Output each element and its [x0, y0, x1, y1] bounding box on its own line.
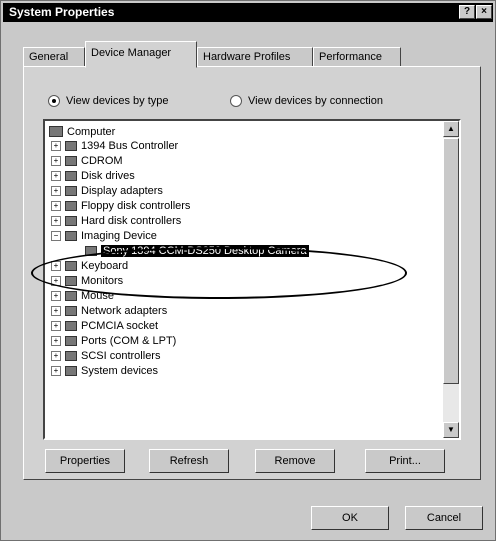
view-by-type-label: View devices by type — [66, 95, 169, 107]
expand-icon[interactable]: + — [51, 200, 61, 211]
scroll-down-button[interactable]: ▼ — [443, 422, 459, 438]
tree-item-system-devices[interactable]: + System devices — [51, 363, 158, 378]
camera-icon — [85, 245, 97, 256]
refresh-button[interactable]: Refresh — [149, 449, 229, 473]
tree-item-display-adapters[interactable]: + Display adapters — [51, 183, 163, 198]
collapse-icon[interactable]: − — [51, 230, 61, 241]
properties-button[interactable]: Properties — [45, 449, 125, 473]
tree-item-ports[interactable]: + Ports (COM & LPT) — [51, 333, 176, 348]
view-by-type-radio[interactable] — [48, 95, 60, 107]
title-bar[interactable]: System Properties ? × — [3, 3, 493, 22]
scroll-thumb[interactable] — [443, 138, 459, 384]
expand-icon[interactable]: + — [51, 215, 61, 226]
vertical-scrollbar[interactable]: ▲ ▼ — [443, 121, 459, 438]
tab-device-manager[interactable]: Device Manager — [85, 41, 197, 68]
keyboard-icon — [65, 260, 77, 271]
bus-controller-icon — [65, 140, 77, 151]
cancel-button[interactable]: Cancel — [405, 506, 483, 530]
tree-item-monitors[interactable]: + Monitors — [51, 273, 123, 288]
expand-icon[interactable]: + — [51, 170, 61, 181]
remove-button[interactable]: Remove — [255, 449, 335, 473]
expand-icon[interactable]: + — [51, 260, 61, 271]
window-title: System Properties — [9, 5, 115, 19]
display-adapter-icon — [65, 185, 77, 196]
tab-performance[interactable]: Performance — [313, 47, 401, 67]
tab-general[interactable]: General — [23, 47, 85, 67]
help-button[interactable]: ? — [459, 5, 475, 19]
tree-item-computer[interactable]: Computer — [49, 124, 115, 139]
hard-disk-controller-icon — [65, 215, 77, 226]
system-device-icon — [65, 365, 77, 376]
cdrom-icon — [65, 155, 77, 166]
expand-icon[interactable]: + — [51, 275, 61, 286]
expand-icon[interactable]: + — [51, 155, 61, 166]
tree-item-imaging-device[interactable]: − Imaging Device — [51, 228, 157, 243]
expand-icon[interactable]: + — [51, 365, 61, 376]
view-by-type-option[interactable]: View devices by type — [48, 95, 169, 107]
tree-item-scsi[interactable]: + SCSI controllers — [51, 348, 160, 363]
expand-icon[interactable]: + — [51, 335, 61, 346]
expand-icon[interactable]: + — [51, 350, 61, 361]
view-by-connection-option[interactable]: View devices by connection — [230, 95, 383, 107]
pcmcia-icon — [65, 320, 77, 331]
tab-hardware-profiles[interactable]: Hardware Profiles — [197, 47, 313, 67]
tree-item-1394-bus[interactable]: +1394 Bus Controller — [51, 138, 178, 153]
port-icon — [65, 335, 77, 346]
tree-item-pcmcia[interactable]: + PCMCIA socket — [51, 318, 158, 333]
device-tree[interactable]: Computer +1394 Bus Controller + CDROM + Di… — [43, 119, 461, 440]
system-properties-window: System Properties ? × General Device Man… — [0, 0, 496, 541]
scsi-controller-icon — [65, 350, 77, 361]
view-by-connection-label: View devices by connection — [248, 95, 383, 107]
ok-button[interactable]: OK — [311, 506, 389, 530]
mouse-icon — [65, 290, 77, 301]
print-button[interactable]: Print... — [365, 449, 445, 473]
tree-item-mouse[interactable]: + Mouse — [51, 288, 114, 303]
expand-icon[interactable]: + — [51, 185, 61, 196]
expand-icon[interactable]: + — [51, 140, 61, 151]
floppy-controller-icon — [65, 200, 77, 211]
tree-item-floppy-controllers[interactable]: + Floppy disk controllers — [51, 198, 190, 213]
network-adapter-icon — [65, 305, 77, 316]
selected-device-label: Sony 1394 CCM-DS250 Desktop Camera — [101, 244, 309, 257]
monitor-icon — [65, 275, 77, 286]
tree-item-hard-disk-controllers[interactable]: + Hard disk controllers — [51, 213, 181, 228]
imaging-device-icon — [65, 230, 77, 241]
device-manager-panel: View devices by type View devices by con… — [23, 66, 481, 480]
expand-icon[interactable]: + — [51, 305, 61, 316]
view-by-connection-radio[interactable] — [230, 95, 242, 107]
expand-icon[interactable]: + — [51, 320, 61, 331]
scroll-up-button[interactable]: ▲ — [443, 121, 459, 137]
tree-item-network-adapters[interactable]: + Network adapters — [51, 303, 167, 318]
tree-item-disk-drives[interactable]: + Disk drives — [51, 168, 135, 183]
tree-item-keyboard[interactable]: + Keyboard — [51, 258, 128, 273]
tree-item-sony-camera[interactable]: Sony 1394 CCM-DS250 Desktop Camera — [85, 243, 309, 258]
close-button[interactable]: × — [476, 5, 492, 19]
computer-icon — [49, 126, 63, 137]
expand-icon[interactable]: + — [51, 290, 61, 301]
tree-item-cdrom[interactable]: + CDROM — [51, 153, 123, 168]
disk-drive-icon — [65, 170, 77, 181]
